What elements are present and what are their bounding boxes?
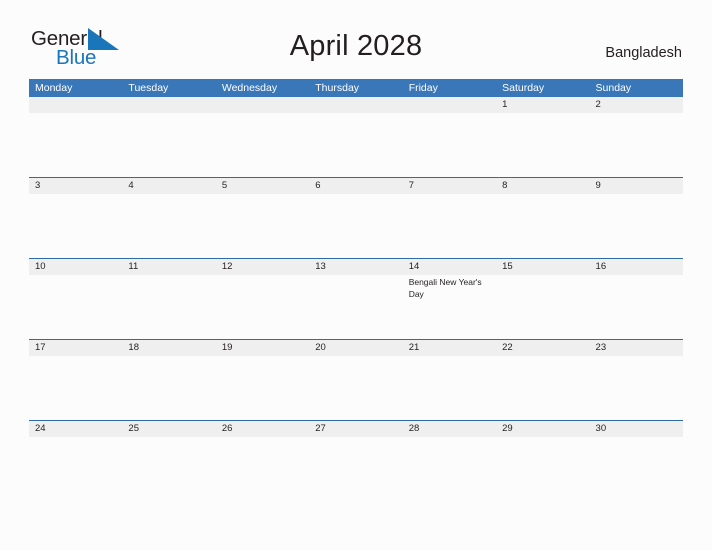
day-cell[interactable] [403, 114, 496, 177]
day-header-monday: Monday [35, 82, 73, 94]
event-label: Bengali New Year's Day [408, 277, 482, 299]
day-cell[interactable] [309, 194, 402, 257]
day-number[interactable]: 14 [403, 259, 496, 275]
date-number-band: 3 4 5 6 7 8 9 [29, 178, 683, 194]
week-row: 3 4 5 6 7 8 9 [29, 177, 683, 258]
day-number[interactable]: 30 [590, 421, 683, 437]
day-number[interactable]: 10 [29, 259, 122, 275]
day-cell[interactable] [122, 437, 215, 500]
date-number-band: 1 2 [29, 97, 683, 113]
day-cell[interactable] [496, 437, 589, 500]
day-cell[interactable] [403, 356, 496, 419]
event-band [29, 356, 683, 419]
day-number[interactable]: 18 [122, 340, 215, 356]
day-cell[interactable] [403, 437, 496, 500]
day-number[interactable]: 5 [216, 178, 309, 194]
day-cell[interactable] [29, 275, 122, 338]
week-row: 1 2 [29, 97, 683, 177]
day-number[interactable]: 21 [403, 340, 496, 356]
date-number-band: 17 18 19 20 21 22 23 [29, 340, 683, 356]
day-cell[interactable] [309, 356, 402, 419]
date-number-band: 10 11 12 13 14 15 16 [29, 259, 683, 275]
day-number[interactable] [216, 97, 309, 113]
day-cell[interactable] [590, 356, 683, 419]
day-number[interactable]: 26 [216, 421, 309, 437]
day-cell[interactable] [403, 194, 496, 257]
day-header-wednesday: Wednesday [221, 82, 278, 94]
event-band: Bengali New Year's Day [29, 275, 683, 338]
day-header-saturday: Saturday [502, 82, 545, 94]
day-number[interactable]: 28 [403, 421, 496, 437]
day-number[interactable] [309, 97, 402, 113]
day-cell[interactable] [590, 437, 683, 500]
day-cell[interactable] [216, 275, 309, 338]
day-number[interactable]: 4 [122, 178, 215, 194]
day-cell[interactable] [122, 275, 215, 338]
day-cell[interactable] [590, 275, 683, 338]
event-band [29, 194, 683, 257]
day-cell[interactable] [496, 114, 589, 177]
day-cell[interactable] [29, 114, 122, 177]
week-row: 24 25 26 27 28 29 30 [29, 420, 683, 501]
day-number[interactable]: 25 [122, 421, 215, 437]
day-number[interactable]: 23 [590, 340, 683, 356]
day-header-thursday: Thursday [315, 82, 360, 94]
day-number[interactable]: 12 [216, 259, 309, 275]
day-number[interactable]: 1 [496, 97, 589, 113]
day-number[interactable]: 13 [309, 259, 402, 275]
calendar-grid: Monday Tuesday Wednesday Thursday Friday… [29, 79, 683, 501]
event-band [29, 437, 683, 500]
day-number[interactable]: 9 [590, 178, 683, 194]
day-header-tuesday: Tuesday [128, 82, 169, 94]
day-cell[interactable] [29, 194, 122, 257]
day-cell[interactable] [216, 194, 309, 257]
day-cell[interactable] [216, 114, 309, 177]
day-number[interactable]: 24 [29, 421, 122, 437]
week-row: 10 11 12 13 14 15 16 Bengali New Year's … [29, 258, 683, 339]
day-cell[interactable] [496, 194, 589, 257]
day-number[interactable]: 8 [496, 178, 589, 194]
day-number[interactable]: 6 [309, 178, 402, 194]
day-cell[interactable] [309, 437, 402, 500]
day-cell[interactable] [122, 356, 215, 419]
page-header: General Blue April 2028 Bangladesh [0, 0, 712, 78]
day-number[interactable]: 22 [496, 340, 589, 356]
date-number-band: 24 25 26 27 28 29 30 [29, 421, 683, 437]
day-cell[interactable] [122, 194, 215, 257]
day-cell[interactable] [590, 114, 683, 177]
day-header-sunday: Sunday [595, 82, 632, 94]
day-number[interactable]: 11 [122, 259, 215, 275]
day-cell[interactable] [216, 356, 309, 419]
week-row: 17 18 19 20 21 22 23 [29, 339, 683, 420]
day-cell[interactable] [496, 356, 589, 419]
day-number[interactable]: 15 [496, 259, 589, 275]
day-number[interactable]: 29 [496, 421, 589, 437]
day-number[interactable]: 3 [29, 178, 122, 194]
day-number[interactable]: 7 [403, 178, 496, 194]
day-cell[interactable] [216, 437, 309, 500]
day-cell[interactable] [122, 114, 215, 177]
day-header-friday: Friday [408, 82, 438, 94]
day-number[interactable] [29, 97, 122, 113]
day-cell[interactable] [309, 275, 402, 338]
day-number[interactable]: 20 [309, 340, 402, 356]
day-cell[interactable] [496, 275, 589, 338]
day-cell[interactable] [590, 194, 683, 257]
day-number[interactable]: 2 [590, 97, 683, 113]
day-number[interactable] [122, 97, 215, 113]
region-label: Bangladesh [605, 45, 682, 61]
day-number[interactable]: 17 [29, 340, 122, 356]
event-band [29, 114, 683, 177]
day-cell[interactable] [29, 356, 122, 419]
day-number[interactable] [403, 97, 496, 113]
calendar-page: General Blue April 2028 Bangladesh Monda… [0, 0, 712, 550]
day-cell[interactable] [29, 437, 122, 500]
day-number[interactable]: 19 [216, 340, 309, 356]
day-of-week-header-row: Monday Tuesday Wednesday Thursday Friday… [29, 79, 683, 97]
day-number[interactable]: 27 [309, 421, 402, 437]
day-number[interactable]: 16 [590, 259, 683, 275]
day-cell[interactable]: Bengali New Year's Day [403, 275, 496, 338]
day-cell[interactable] [309, 114, 402, 177]
